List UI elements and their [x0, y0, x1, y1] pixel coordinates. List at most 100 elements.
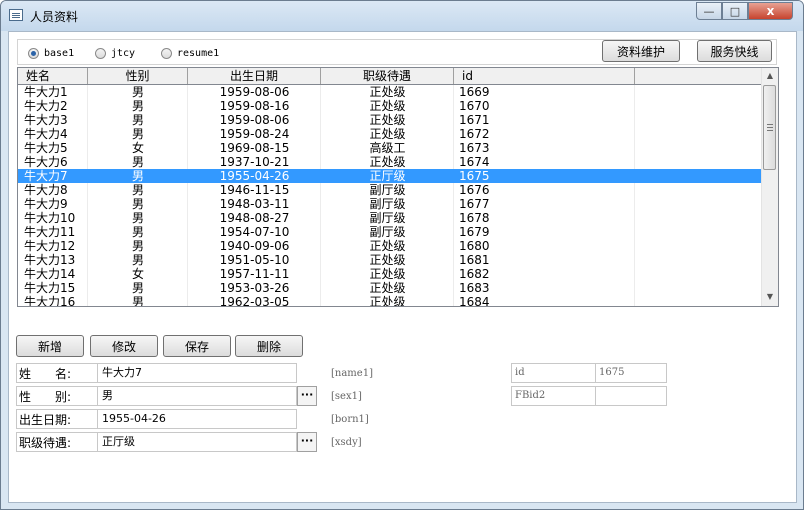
cell-rank: 正处级 [369, 155, 406, 169]
cell-name: 牛大力4 [24, 127, 68, 141]
maximize-icon: □ [729, 4, 741, 18]
cell-sex: 男 [131, 85, 144, 99]
table-row[interactable]: 牛大力11 男 1954-07-10 副厅级 1679 [18, 225, 761, 239]
cell-rank: 正处级 [369, 253, 406, 267]
cell-born: 1953-03-26 [219, 281, 290, 295]
radio-label: jtcy [111, 47, 136, 59]
cell-id: 1671 [459, 113, 490, 127]
born-field[interactable]: 1955-04-26 [97, 409, 297, 429]
cell-id: 1675 [459, 169, 490, 183]
column-header-id[interactable]: id [454, 68, 635, 84]
column-header-sex[interactable]: 性别 [88, 68, 188, 84]
table-row[interactable]: 牛大力10 男 1948-08-27 副厅级 1678 [18, 211, 761, 225]
fbid-field[interactable] [595, 386, 667, 406]
id-field[interactable]: 1675 [595, 363, 667, 383]
table-row[interactable]: 牛大力15 男 1953-03-26 正处级 1683 [18, 281, 761, 295]
maximize-button[interactable]: □ [722, 2, 748, 20]
service-button[interactable]: 服务快线 [697, 40, 772, 62]
table-row[interactable]: 牛大力1 男 1959-08-06 正处级 1669 [18, 85, 761, 99]
table-row[interactable]: 牛大力13 男 1951-05-10 正处级 1681 [18, 253, 761, 267]
personnel-grid[interactable]: 姓名 性别 出生日期 职级待遇 id 牛大力1 男 1959-08-06 正处级 166… [17, 67, 779, 307]
edit-button[interactable]: 修改 [90, 335, 158, 357]
radio-jtcy[interactable]: jtcy [95, 46, 135, 60]
cell-born: 1957-11-11 [219, 267, 290, 281]
cell-sex: 男 [131, 127, 144, 141]
save-button[interactable]: 保存 [163, 335, 231, 357]
grid-header: 姓名 性别 出生日期 职级待遇 id [18, 68, 761, 85]
table-row[interactable]: 牛大力16 男 1962-03-05 正处级 1684 [18, 295, 761, 307]
scroll-up-icon[interactable]: ▲ [762, 68, 778, 84]
cell-name: 牛大力11 [24, 225, 76, 239]
cell-rank: 正处级 [369, 281, 406, 295]
column-header-name[interactable]: 姓名 [18, 68, 88, 84]
cell-born: 1948-03-11 [219, 197, 290, 211]
cell-rank: 高级工 [369, 141, 406, 155]
sex-field[interactable]: 男 [97, 386, 297, 406]
grid-scrollbar[interactable]: ▲ ▼ [761, 68, 778, 306]
cell-rank: 副厅级 [369, 225, 406, 239]
cell-name: 牛大力16 [24, 295, 76, 307]
cell-id: 1679 [459, 225, 490, 239]
scroll-thumb[interactable] [763, 85, 776, 170]
table-row[interactable]: 牛大力6 男 1937-10-21 正处级 1674 [18, 155, 761, 169]
column-header-born[interactable]: 出生日期 [188, 68, 321, 84]
name-field[interactable]: 牛大力7 [97, 363, 297, 383]
cell-sex: 男 [131, 253, 144, 267]
cell-name: 牛大力10 [24, 211, 76, 225]
cell-born: 1959-08-06 [219, 85, 290, 99]
table-row[interactable]: 牛大力4 男 1959-08-24 正处级 1672 [18, 127, 761, 141]
title-bar[interactable]: 人员资料 — □ x [1, 1, 803, 31]
close-button[interactable]: x [748, 2, 793, 20]
table-row[interactable]: 牛大力2 男 1959-08-16 正处级 1670 [18, 99, 761, 113]
window-title: 人员资料 [30, 10, 79, 24]
cell-rank: 正处级 [369, 239, 406, 253]
cell-born: 1954-07-10 [219, 225, 290, 239]
cell-name: 牛大力8 [24, 183, 68, 197]
cell-rank: 副厅级 [369, 197, 406, 211]
maintain-button[interactable]: 资料维护 [602, 40, 680, 62]
scroll-down-icon[interactable]: ▼ [762, 289, 778, 305]
born-field-tag: [born1] [331, 414, 369, 425]
radio-resume1[interactable]: resume1 [161, 46, 219, 60]
table-row[interactable]: 牛大力9 男 1948-03-11 副厅级 1677 [18, 197, 761, 211]
radio-label: resume1 [177, 47, 220, 59]
rank-field[interactable]: 正厅级 [97, 432, 297, 452]
cell-id: 1683 [459, 281, 490, 295]
table-row[interactable]: 牛大力14 女 1957-11-11 正处级 1682 [18, 267, 761, 281]
app-window: 人员资料 — □ x base1 jtcy resume1 资料维护 服务快线 … [0, 0, 804, 510]
cell-born: 1946-11-15 [219, 183, 290, 197]
rank-lookup-button[interactable]: ··· [297, 432, 317, 452]
cell-name: 牛大力9 [24, 197, 68, 211]
delete-button[interactable]: 删除 [235, 335, 303, 357]
cell-name: 牛大力7 [24, 169, 68, 183]
add-button[interactable]: 新增 [16, 335, 84, 357]
cell-name: 牛大力14 [24, 267, 76, 281]
radio-base1[interactable]: base1 [28, 46, 74, 60]
rank-field-tag: [xsdy] [331, 437, 362, 448]
app-icon [9, 9, 23, 21]
cell-born: 1959-08-06 [219, 113, 290, 127]
cell-sex: 男 [131, 239, 144, 253]
sex-lookup-button[interactable]: ··· [297, 386, 317, 406]
column-header-rank[interactable]: 职级待遇 [321, 68, 454, 84]
cell-name: 牛大力2 [24, 99, 68, 113]
radio-dot-icon [28, 47, 39, 59]
table-row[interactable]: 牛大力7 男 1955-04-26 正厅级 1675 [18, 169, 761, 183]
cell-born: 1969-08-15 [219, 141, 290, 155]
cell-born: 1940-09-06 [219, 239, 290, 253]
cell-name: 牛大力6 [24, 155, 68, 169]
table-row[interactable]: 牛大力3 男 1959-08-06 正处级 1671 [18, 113, 761, 127]
cell-id: 1680 [459, 239, 490, 253]
cell-id: 1674 [459, 155, 490, 169]
minimize-button[interactable]: — [696, 2, 722, 20]
table-row[interactable]: 牛大力12 男 1940-09-06 正处级 1680 [18, 239, 761, 253]
cell-rank: 正处级 [369, 127, 406, 141]
table-row[interactable]: 牛大力5 女 1969-08-15 高级工 1673 [18, 141, 761, 155]
cell-id: 1682 [459, 267, 490, 281]
minimize-icon: — [703, 4, 715, 18]
name-field-tag: [name1] [331, 368, 373, 379]
fbid-label: FBid2 [511, 386, 596, 406]
table-row[interactable]: 牛大力8 男 1946-11-15 副厅级 1676 [18, 183, 761, 197]
cell-id: 1670 [459, 99, 490, 113]
cell-rank: 正厅级 [369, 169, 406, 183]
